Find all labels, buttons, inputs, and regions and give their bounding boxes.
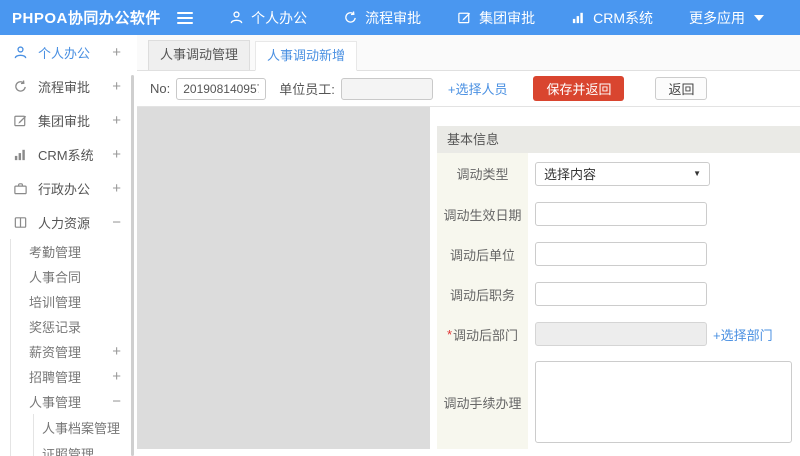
new-department-input[interactable] <box>535 322 707 346</box>
new-position-input[interactable] <box>535 282 707 306</box>
nav-item-group-approval[interactable]: 集团审批 <box>457 8 535 28</box>
content-background <box>137 107 430 449</box>
transfer-procedure-textarea[interactable] <box>535 361 792 443</box>
top-nav-menu: 个人办公 流程审批 集团审批 CRM系统 更多应用 <box>229 8 800 28</box>
hr-submenu: 考勤管理 人事合同 培训管理 奖惩记录 薪资管理 + 招聘管理 + 人事管理 − <box>10 239 137 456</box>
nav-item-crm-system[interactable]: CRM系统 <box>571 8 653 28</box>
new-unit-label: 调动后单位 <box>437 234 528 274</box>
save-and-return-button[interactable]: 保存并返回 <box>533 76 624 101</box>
expand-plus-icon[interactable]: + <box>112 45 121 60</box>
flow-icon <box>343 10 358 25</box>
caret-down-icon <box>754 15 764 21</box>
expand-minus-icon[interactable]: − <box>112 394 121 409</box>
nav-item-more-apps[interactable]: 更多应用 <box>689 8 764 28</box>
user-icon <box>13 44 29 60</box>
sidebar-item-training-mgmt[interactable]: 培训管理 <box>11 289 137 314</box>
expand-plus-icon[interactable]: + <box>112 369 121 384</box>
employee-input[interactable] <box>341 78 433 100</box>
nav-item-workflow-approval[interactable]: 流程审批 <box>343 8 421 28</box>
sidebar-item-salary-mgmt[interactable]: 薪资管理 + <box>11 339 137 364</box>
book-icon <box>13 214 29 230</box>
section-title-basic-info: 基本信息 <box>437 126 800 153</box>
required-asterisk: * <box>447 327 452 342</box>
tab-personnel-transfer-mgmt[interactable]: 人事调动管理 <box>148 40 250 70</box>
chart-icon <box>571 10 586 25</box>
expand-plus-icon[interactable]: + <box>112 344 121 359</box>
transfer-type-select[interactable]: 选择内容 ▼ <box>535 162 710 186</box>
flow-icon <box>13 78 29 94</box>
expand-plus-icon[interactable]: + <box>112 147 121 162</box>
top-navbar: PHPOA协同办公软件 个人办公 流程审批 集团审批 CRM系统 更多应用 <box>0 0 800 35</box>
new-unit-input[interactable] <box>535 242 707 266</box>
no-label: No: <box>150 81 170 96</box>
form-row-new-department: *调动后部门 +选择部门 <box>437 314 800 354</box>
chart-icon <box>13 146 29 162</box>
bottom-strip <box>137 449 800 456</box>
employee-label: 单位员工: <box>279 79 335 98</box>
sidebar-item-reward-punish-record[interactable]: 奖惩记录 <box>11 314 137 339</box>
tab-personnel-transfer-new[interactable]: 人事调动新增 <box>255 41 357 71</box>
form-row-transfer-type: 调动类型 选择内容 ▼ <box>437 153 800 194</box>
transfer-procedure-label: 调动手续办理 <box>437 354 528 449</box>
sidebar-item-hr-contract[interactable]: 人事合同 <box>11 264 137 289</box>
form-row-transfer-procedure: 调动手续办理 <box>437 354 800 449</box>
sidebar-item-personnel-mgmt[interactable]: 人事管理 − <box>11 389 137 414</box>
edit-icon <box>457 10 472 25</box>
expand-plus-icon[interactable]: + <box>112 79 121 94</box>
sidebar-item-admin-office[interactable]: 行政办公 + <box>0 171 137 205</box>
sidebar-item-attendance-mgmt[interactable]: 考勤管理 <box>11 239 137 264</box>
form-row-new-position: 调动后职务 <box>437 274 800 314</box>
effective-date-label: 调动生效日期 <box>437 194 528 234</box>
menu-icon[interactable] <box>177 9 195 27</box>
sidebar-item-group-approval[interactable]: 集团审批 + <box>0 103 137 137</box>
caret-down-icon: ▼ <box>693 169 701 178</box>
form-row-effective-date: 调动生效日期 <box>437 194 800 234</box>
expand-plus-icon[interactable]: + <box>112 181 121 196</box>
expand-plus-icon[interactable]: + <box>112 113 121 128</box>
sidebar-item-license-mgmt[interactable]: 证照管理 <box>34 440 137 456</box>
transfer-type-label: 调动类型 <box>437 153 528 194</box>
sidebar: 个人办公 + 流程审批 + 集团审批 + CRM系统 + 行政办公 + 人力资源… <box>0 35 137 456</box>
nav-item-personal-office[interactable]: 个人办公 <box>229 8 307 28</box>
effective-date-input[interactable] <box>535 202 707 226</box>
sidebar-item-workflow-approval[interactable]: 流程审批 + <box>0 69 137 103</box>
toolbar: No: 单位员工: +选择人员 保存并返回 返回 <box>137 71 800 107</box>
briefcase-icon <box>13 180 29 196</box>
new-position-label: 调动后职务 <box>437 274 528 314</box>
sidebar-item-crm-system[interactable]: CRM系统 + <box>0 137 137 171</box>
select-department-link[interactable]: +选择部门 <box>713 325 773 344</box>
no-input[interactable] <box>176 78 266 100</box>
sidebar-scrollbar[interactable] <box>131 75 134 456</box>
expand-minus-icon[interactable]: − <box>112 215 121 230</box>
back-button[interactable]: 返回 <box>655 77 707 100</box>
form-row-new-unit: 调动后单位 <box>437 234 800 274</box>
sidebar-item-human-resources[interactable]: 人力资源 − <box>0 205 137 239</box>
sidebar-item-personal-office[interactable]: 个人办公 + <box>0 35 137 69</box>
transfer-form-panel: 基本信息 调动类型 选择内容 ▼ 调动生效日期 <box>430 107 800 449</box>
tab-bar: 人事调动管理 人事调动新增 <box>137 35 800 71</box>
edit-icon <box>13 112 29 128</box>
select-person-link[interactable]: +选择人员 <box>448 79 508 98</box>
personnel-submenu: 人事档案管理 证照管理 <box>33 414 137 456</box>
sidebar-item-personnel-archive-mgmt[interactable]: 人事档案管理 <box>34 414 137 440</box>
app-logo: PHPOA协同办公软件 <box>0 7 163 28</box>
user-icon <box>229 10 244 25</box>
new-department-label: *调动后部门 <box>437 314 528 354</box>
sidebar-item-recruit-mgmt[interactable]: 招聘管理 + <box>11 364 137 389</box>
